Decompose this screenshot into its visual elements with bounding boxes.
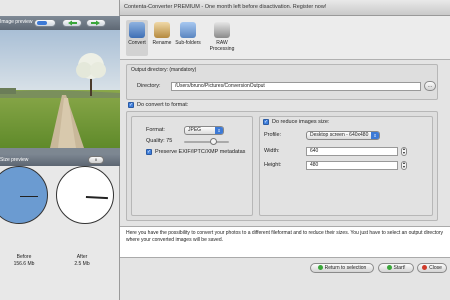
toolbar-raw-processing[interactable]: RAW Processing [204, 20, 240, 52]
height-stepper[interactable]: ▲ ▼ [401, 161, 407, 170]
after-label: After [76, 254, 88, 260]
width-label: Width: [264, 148, 280, 154]
pie-hand [85, 196, 108, 199]
pause-button[interactable]: II [88, 156, 104, 164]
start-button[interactable]: Start! [378, 263, 414, 273]
return-to-selection-button[interactable]: Return to selection [310, 263, 374, 273]
width-stepper[interactable]: ▲ ▼ [401, 147, 407, 156]
before-value: 156.6 Mb [13, 261, 35, 267]
size-preview-header: Size preview II [0, 154, 120, 166]
description-text: Here you have the possibility to convert… [120, 226, 450, 258]
return-button-label: Return to selection [324, 265, 367, 271]
after-size-pie [56, 166, 114, 224]
start-icon [386, 265, 392, 270]
reduce-size-label: Do reduce images size: [272, 119, 330, 125]
image-preview-header: Image preview [0, 16, 120, 30]
after-value: 2.5 Mb [74, 261, 90, 267]
output-directory-section: Output directory: (mandatory) Directory:… [126, 64, 438, 100]
height-label: Height: [264, 162, 282, 168]
format-box: Format: JPEG ⇕ Quality: 75 ✓ Preserve EX… [131, 116, 253, 216]
close-button[interactable]: Close [417, 263, 447, 273]
profile-select[interactable]: Desktop screen - 640x480 ⇕ [306, 131, 380, 140]
rename-icon [154, 22, 170, 38]
image-preview [0, 30, 120, 148]
profile-label: Profile: [264, 132, 282, 138]
toolbar-rename-label: Rename [152, 40, 172, 46]
height-field[interactable]: 480 [306, 161, 398, 170]
convert-checkbox-label: Do convert to format: [137, 102, 189, 108]
reduce-size-box: ✓ Do reduce images size: Profile: Deskto… [259, 116, 433, 216]
toolbar-convert[interactable]: Convert [126, 20, 148, 56]
toolbar-convert-label: Convert [128, 40, 146, 46]
profile-value: Desktop screen - 640x480 [310, 132, 369, 138]
convert-checkbox[interactable]: ✓ [128, 102, 134, 108]
convert-icon [129, 22, 145, 38]
browse-button[interactable]: ... [424, 81, 436, 91]
quality-slider-thumb[interactable] [210, 138, 217, 145]
raw-processing-icon [214, 22, 230, 38]
next-image-button[interactable] [86, 19, 106, 27]
quality-label: Quality: 75 [146, 138, 173, 144]
window-titlebar: Contenta-Converter PREMIUM - One month l… [120, 0, 450, 16]
window-title: Contenta-Converter PREMIUM - One month l… [124, 4, 327, 10]
close-icon [422, 265, 428, 270]
preserve-metadata-label: Preserve EXIF/IPTC/XMP metadatas [155, 149, 246, 155]
toggle-knob-icon [37, 21, 47, 25]
directory-field[interactable]: /Users/bruno/Pictures/ConversionOutput [171, 82, 421, 91]
format-value: JPEG [188, 127, 202, 133]
select-arrows-icon: ⇕ [215, 127, 223, 134]
previous-image-button[interactable] [62, 19, 82, 27]
arrow-right-icon [91, 20, 100, 26]
conversion-section: Format: JPEG ⇕ Quality: 75 ✓ Preserve EX… [126, 111, 438, 221]
select-arrows-icon: ⇕ [371, 132, 379, 139]
arrow-left-icon [68, 20, 77, 26]
return-icon [317, 265, 323, 270]
output-section-title: Output directory: (mandatory) [131, 67, 197, 73]
width-field[interactable]: 640 [306, 147, 398, 156]
preserve-metadata-checkbox[interactable]: ✓ [146, 149, 152, 155]
directory-label: Directory: [137, 83, 161, 89]
image-preview-label: Image preview [0, 19, 33, 25]
toolbar-subfolders-label: Sub-folders [175, 40, 201, 46]
format-select[interactable]: JPEG ⇕ [184, 126, 224, 135]
pie-hand [20, 196, 38, 197]
close-button-label: Close [429, 265, 442, 271]
size-preview-label: Size preview [0, 157, 29, 163]
before-label: Before [16, 254, 32, 260]
before-caption: Before 156.6 Mb [4, 254, 44, 268]
quality-slider[interactable] [184, 138, 229, 145]
subfolders-icon [180, 22, 196, 38]
image-preview-toggle[interactable] [34, 19, 56, 27]
format-label: Format: [146, 127, 165, 133]
reduce-size-checkbox[interactable]: ✓ [263, 119, 269, 125]
after-caption: After 2.5 Mb [62, 254, 102, 268]
toolbar-raw-processing-label: RAW Processing [209, 40, 235, 52]
landscape-photo [0, 30, 120, 148]
left-panel: Image preview Size preview II Before 156… [0, 0, 120, 300]
before-size-pie [0, 166, 48, 224]
toolbar-subfolders[interactable]: Sub-folders [174, 20, 202, 46]
toolbar: Convert Rename Sub-folders RAW Processin… [120, 16, 450, 60]
toolbar-rename[interactable]: Rename [150, 20, 174, 46]
main-content: Output directory: (mandatory) Directory:… [120, 60, 450, 300]
start-button-label: Start! [393, 265, 406, 271]
